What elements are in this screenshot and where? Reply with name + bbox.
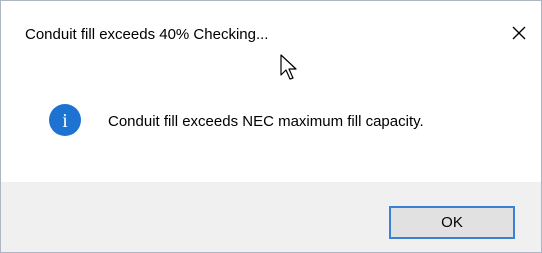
- close-button[interactable]: [501, 15, 537, 51]
- close-icon: [512, 26, 526, 40]
- window-title: Conduit fill exceeds 40% Checking...: [25, 26, 269, 43]
- message-dialog: Conduit fill exceeds 40% Checking... i C…: [0, 0, 542, 253]
- message-text: Conduit fill exceeds NEC maximum fill ca…: [108, 113, 424, 130]
- ok-button-label: OK: [441, 214, 463, 231]
- dialog-content: i Conduit fill exceeds NEC maximum fill …: [1, 65, 541, 182]
- info-icon-glyph: i: [62, 110, 68, 132]
- ok-button[interactable]: OK: [389, 206, 515, 239]
- title-bar[interactable]: Conduit fill exceeds 40% Checking...: [1, 1, 541, 65]
- mouse-pointer-icon: [279, 53, 301, 83]
- button-bar: OK: [1, 182, 541, 252]
- info-icon: i: [48, 103, 82, 137]
